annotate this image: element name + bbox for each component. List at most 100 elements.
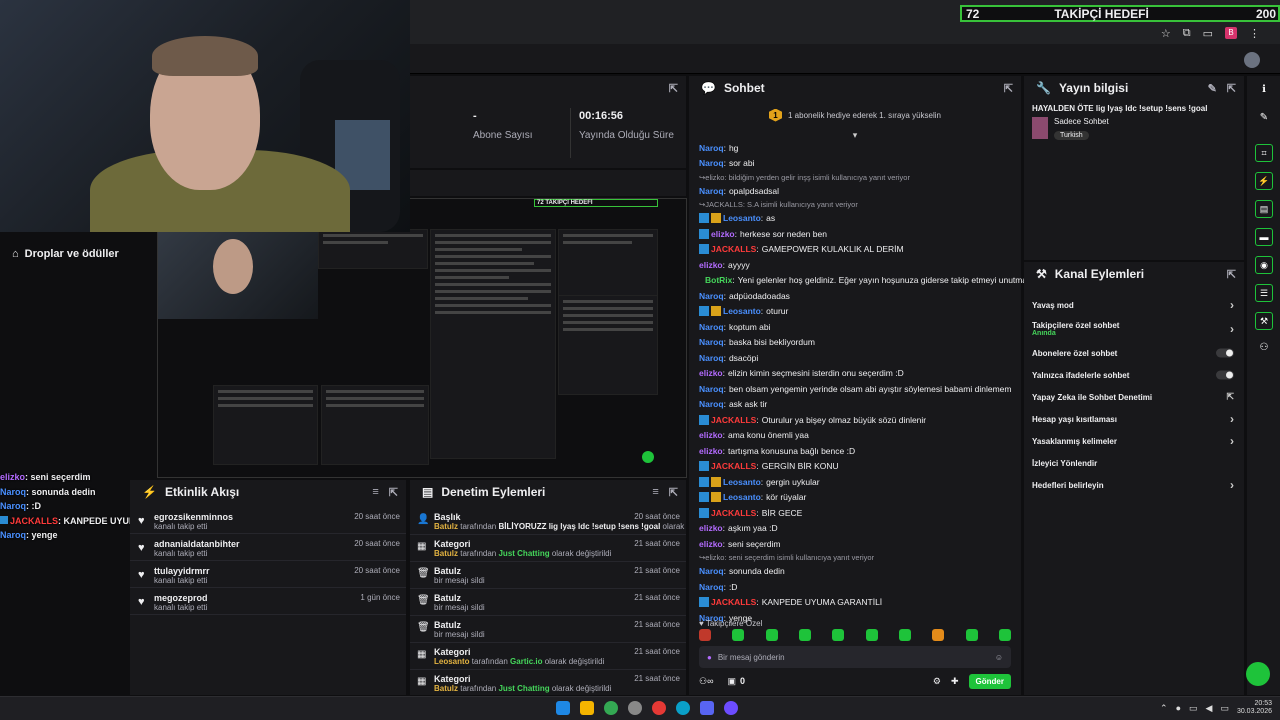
chat-username[interactable]: Naroq — [699, 143, 724, 153]
chat-message[interactable]: elizko: ama konu önemli yaa — [699, 428, 1011, 444]
emote-icon[interactable] — [798, 629, 811, 641]
popout-icon[interactable]: ⇱ — [389, 486, 398, 499]
toggle-switch[interactable] — [1216, 348, 1234, 358]
activity-item[interactable]: ♥ ttulayyidrmrr kanalı takip etti 20 saat ö… — [130, 562, 406, 588]
chat-message[interactable]: BotRix: Yeni gelenler hoş geldiniz. Eğer … — [699, 273, 1046, 289]
channel-action-0[interactable]: Yavaş mod › — [1024, 294, 1244, 316]
chat-username[interactable]: JACKALLS — [711, 244, 756, 254]
channel-action-3[interactable]: Yalnızca ifadelerle sohbet — [1024, 364, 1244, 386]
chat-message[interactable]: JACKALLS: BİR GECE — [699, 505, 1011, 521]
sidepanel-icon[interactable]: ▭ — [1203, 27, 1213, 40]
chat-username[interactable]: Naroq — [699, 158, 724, 168]
chat-username[interactable]: Naroq — [699, 566, 724, 576]
channel-action-1[interactable]: Takipçilere özel sohbet Anında › — [1024, 316, 1244, 342]
chat-message[interactable]: Naroq: sor abi — [699, 156, 1011, 172]
settings-icon[interactable]: ⚙ — [933, 676, 941, 687]
extensions-icon[interactable]: ⧉ — [1183, 27, 1191, 40]
popout-icon[interactable]: ⇱ — [669, 82, 678, 95]
chat-username[interactable]: elizko — [699, 446, 723, 456]
battery-icon[interactable]: ▭ — [1220, 703, 1229, 714]
chat-username[interactable]: Naroq — [699, 337, 724, 347]
emote-icon[interactable] — [965, 629, 978, 641]
chat-bubble-icon[interactable]: ▬ — [1255, 228, 1273, 246]
chat-message[interactable]: JACKALLS: GERGİN BİR KONU — [699, 459, 1011, 475]
collapse-arrow-icon[interactable]: ▾ — [689, 130, 1021, 140]
lightning-icon[interactable]: ⚡ — [1255, 172, 1273, 190]
chat-username[interactable]: JACKALLS — [711, 508, 756, 518]
chat-username[interactable]: Leosanto — [723, 492, 761, 502]
popout-icon[interactable]: ⇱ — [669, 486, 678, 499]
opera-icon[interactable] — [652, 701, 666, 715]
chat-message[interactable]: Leosanto: kör rüyalar — [699, 490, 1011, 506]
chat-message[interactable]: elizko: seni seçerdim — [699, 536, 1011, 552]
channel-action-4[interactable]: Yapay Zeka ile Sohbet Denetimi ⇱ — [1024, 386, 1244, 408]
obs-icon[interactable] — [724, 701, 738, 715]
chat-message[interactable]: Naroq: hg — [699, 140, 1011, 156]
chat-username[interactable]: elizko — [699, 430, 723, 440]
mod-action-item[interactable]: 🗑 Batulz bir mesajı sildi 21 saat önce — [410, 616, 686, 643]
chat-message[interactable]: Leosanto: oturur — [699, 304, 1011, 320]
chat-username[interactable]: JACKALLS — [711, 461, 756, 471]
network-icon[interactable]: ▭ — [1189, 703, 1198, 714]
emote-icon[interactable] — [765, 629, 778, 641]
channel-action-8[interactable]: Hedefleri belirleyin › — [1024, 474, 1244, 496]
puzzle-icon[interactable]: ✚ — [951, 676, 959, 687]
chat-username[interactable]: Leosanto — [723, 477, 761, 487]
chat-input[interactable]: ● Bir mesaj gönderin ☺ — [699, 646, 1011, 668]
channel-action-5[interactable]: Hesap yaşı kısıtlaması › — [1024, 408, 1244, 430]
clock[interactable]: 20:53 30.03.2026 — [1237, 700, 1272, 716]
chat-message[interactable]: Leosanto: as — [699, 211, 1011, 227]
mod-action-item[interactable]: ▦ Kategori Batulz tarafından Just Chatting… — [410, 670, 686, 695]
filter-icon[interactable]: ≡ — [652, 486, 658, 498]
chat-username[interactable]: elizko — [711, 229, 735, 239]
channel-action-7[interactable]: İzleyici Yönlendir — [1024, 452, 1244, 474]
emote-icon[interactable] — [865, 629, 878, 641]
share-icon[interactable]: ⚇ — [1257, 342, 1271, 353]
chat-message[interactable]: elizko: herkese sor neden ben — [699, 226, 1011, 242]
chat-username[interactable]: elizko — [699, 260, 723, 270]
toggle-switch[interactable] — [1216, 370, 1234, 380]
chat-username[interactable]: elizko — [699, 539, 723, 549]
info-icon[interactable]: ℹ — [1257, 84, 1271, 95]
extension-b-icon[interactable]: B — [1225, 27, 1237, 39]
emote-icon[interactable] — [699, 629, 711, 641]
channel-action-6[interactable]: Yasaklanmış kelimeler › — [1024, 430, 1244, 452]
send-button[interactable]: Gönder — [968, 673, 1011, 689]
windows-start-icon[interactable] — [556, 701, 570, 715]
mod-action-item[interactable]: ▦ Kategori Leosanto tarafından Gartic.io o… — [410, 643, 686, 670]
volume-icon[interactable]: ◀ — [1206, 703, 1213, 714]
chat-username[interactable]: Naroq — [699, 186, 724, 196]
avatar[interactable] — [1244, 52, 1260, 68]
chat-message[interactable]: Naroq: ben olsam yengemin yerinde olsam a… — [699, 381, 1011, 397]
chat-username[interactable]: Naroq — [699, 582, 724, 592]
edge-icon[interactable] — [676, 701, 690, 715]
chat-username[interactable]: Naroq — [699, 291, 724, 301]
popout-icon[interactable]: ⇱ — [1227, 82, 1236, 95]
chat-message[interactable]: Naroq::D — [699, 579, 1011, 595]
chat-message[interactable]: Leosanto: gergin uykular — [699, 474, 1011, 490]
emoji-icon[interactable]: ☺ — [995, 653, 1003, 662]
broadcast-icon[interactable]: ◉ — [1255, 256, 1273, 274]
chat-username[interactable]: JACKALLS — [711, 415, 756, 425]
mic-icon[interactable]: ● — [1176, 703, 1181, 713]
chat-username[interactable]: elizko — [699, 523, 723, 533]
emote-icon[interactable] — [732, 629, 745, 641]
chat-username[interactable]: Leosanto — [723, 306, 761, 316]
chat-message[interactable]: JACKALLS: KANPEDE UYUMA GARANTİLİ — [699, 595, 1011, 611]
bookmark-star-icon[interactable]: ☆ — [1161, 27, 1171, 40]
chat-message[interactable]: Naroq: koptum abi — [699, 319, 1011, 335]
chevron-up-icon[interactable]: ⌃ — [1160, 703, 1168, 714]
chat-message[interactable]: Naroq: adpüodadoadas — [699, 288, 1011, 304]
document-icon[interactable]: ▤ — [1255, 200, 1273, 218]
chat-username[interactable]: BotRix — [705, 275, 732, 285]
emote-icon[interactable] — [832, 629, 845, 641]
chat-username[interactable]: Leosanto — [723, 213, 761, 223]
chat-username[interactable]: Naroq — [699, 399, 724, 409]
mod-action-item[interactable]: 🗑 Batulz bir mesajı sildi 21 saat önce — [410, 589, 686, 616]
chat-message[interactable]: Naroq: dsacöpi — [699, 350, 1011, 366]
mod-action-item[interactable]: 👤 Başlık Batulz tarafından BİLİYORUZZ lig … — [410, 508, 686, 535]
filter-icon[interactable]: ≡ — [372, 486, 378, 498]
wrench-icon[interactable]: ⚒ — [1255, 312, 1273, 330]
settings-icon[interactable] — [628, 701, 642, 715]
popout-icon[interactable]: ⇱ — [1004, 82, 1013, 95]
